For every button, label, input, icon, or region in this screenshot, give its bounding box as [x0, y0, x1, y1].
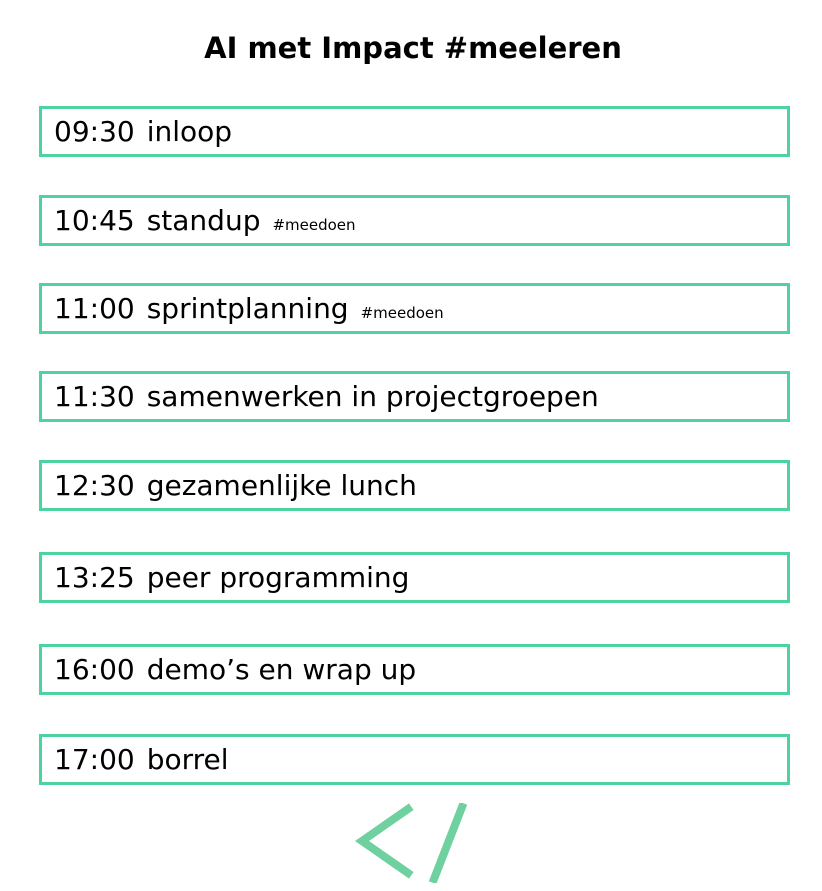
code-bracket-icon	[352, 801, 472, 885]
agenda-item-activity: gezamenlijke lunch	[146, 468, 417, 502]
agenda-item-activity: samenwerken in projectgroepen	[146, 379, 599, 413]
agenda-item-time: 13:25	[54, 560, 135, 594]
agenda-item-activity: inloop	[146, 114, 233, 148]
agenda-item: 10:45 standup #meedoen	[39, 195, 790, 246]
agenda-item-time: 11:00	[54, 291, 135, 325]
agenda-item-activity: standup	[146, 203, 261, 237]
agenda-item-activity: demo’s en wrap up	[146, 652, 417, 686]
agenda-item-activity: borrel	[146, 742, 229, 776]
agenda-item: 09:30 inloop	[39, 106, 790, 157]
agenda-item-time: 17:00	[54, 742, 135, 776]
agenda-item-activity: peer programming	[146, 560, 410, 594]
agenda-item-time: 16:00	[54, 652, 135, 686]
agenda-item-time: 12:30	[54, 468, 135, 502]
agenda-item-tag: #meedoen	[360, 303, 444, 322]
agenda-item-activity: sprintplanning	[146, 291, 349, 325]
agenda-item-time: 11:30	[54, 379, 135, 413]
agenda-item: 13:25 peer programming	[39, 552, 790, 603]
page-title: AI met Impact #meeleren	[204, 31, 622, 65]
agenda-item: 11:30 samenwerken in projectgroepen	[39, 371, 790, 422]
agenda-item-tag: #meedoen	[272, 215, 356, 234]
agenda-item: 12:30 gezamenlijke lunch	[39, 460, 790, 511]
agenda-item-time: 09:30	[54, 114, 135, 148]
agenda-item: 11:00 sprintplanning #meedoen	[39, 283, 790, 334]
agenda-item: 17:00 borrel	[39, 734, 790, 785]
agenda-item-time: 10:45	[54, 203, 135, 237]
agenda-item: 16:00 demo’s en wrap up	[39, 644, 790, 695]
